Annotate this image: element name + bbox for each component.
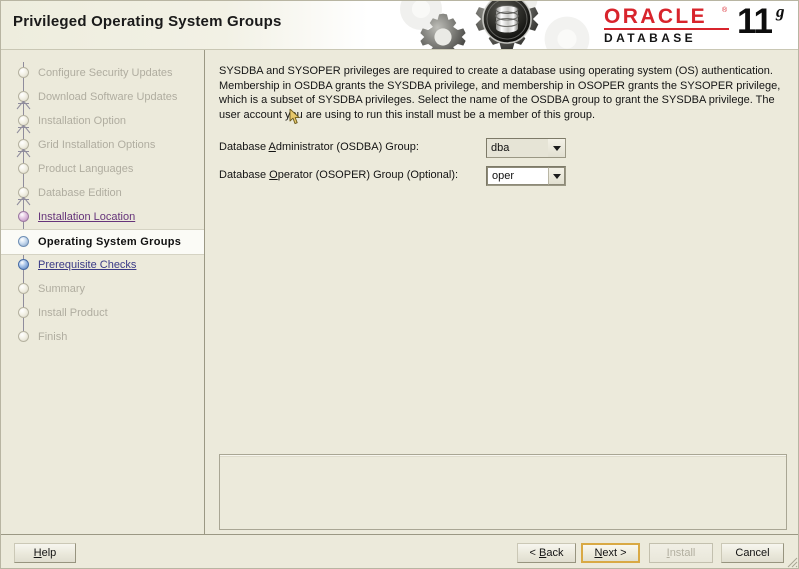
sidebar-item-operating-system-groups[interactable]: Operating System Groups xyxy=(1,229,204,255)
step-node-icon xyxy=(18,67,29,78)
step-node-icon xyxy=(18,211,29,222)
field-label-part: Database xyxy=(219,169,270,181)
sidebar-item-label: Product Languages xyxy=(38,163,134,175)
step-node-icon xyxy=(18,307,29,318)
back-button[interactable]: < Back xyxy=(517,543,576,563)
sidebar-item-product-languages: Product Languages xyxy=(1,157,204,181)
oracle-trademark: ® xyxy=(722,7,728,14)
sidebar-item-label: Operating System Groups xyxy=(38,236,182,248)
install-button: Install xyxy=(649,543,713,563)
next-button[interactable]: Next > xyxy=(581,543,640,563)
window-header: Privileged Operating System Groups ORACL… xyxy=(1,1,798,49)
caret-glyph xyxy=(552,173,561,179)
step-node-icon xyxy=(18,91,29,102)
sidebar-item-label: Database Edition xyxy=(38,187,122,199)
sidebar-item-installation-location[interactable]: Installation Location xyxy=(1,205,204,229)
sidebar-item-prerequisite-checks[interactable]: Prerequisite Checks xyxy=(1,253,204,277)
wizard-step-list: Configure Security Updates Download Softw… xyxy=(1,50,205,534)
next-button-label: Next > xyxy=(594,547,627,559)
step-node-icon xyxy=(18,187,29,198)
field-row: Database Administrator (OSDBA) Group: dba xyxy=(219,138,619,158)
osdba-group-combobox[interactable]: dba xyxy=(486,138,566,158)
step-node-icon xyxy=(18,163,29,174)
oracle-database-word: DATABASE xyxy=(604,31,697,45)
help-button[interactable]: Help xyxy=(14,543,76,563)
main-content: SYSDBA and SYSOPER privileges are requir… xyxy=(206,50,798,534)
install-button-label: Install xyxy=(666,547,696,559)
chevron-down-icon[interactable] xyxy=(548,139,565,157)
button-bar: Help < Back Next > Install Cancel xyxy=(1,535,798,568)
field-label-part: Database xyxy=(219,141,269,153)
field-label-part: dministrator (OSDBA) Group: xyxy=(275,141,419,153)
caret-glyph xyxy=(552,145,561,151)
cancel-button-label: Cancel xyxy=(735,547,770,559)
oracle-logo: ORACLE ® DATABASE 11 g xyxy=(604,2,792,46)
field-row: Database Operator (OSOPER) Group (Option… xyxy=(219,166,619,186)
resize-grip[interactable] xyxy=(785,555,798,568)
sidebar-item-grid-installation-options: Grid Installation Options xyxy=(1,133,204,158)
step-node-icon xyxy=(18,236,29,247)
sidebar-item-configure-security-updates: Configure Security Updates xyxy=(1,61,204,85)
sidebar-item-label: Install Product xyxy=(38,307,108,319)
sidebar-item-label: Grid Installation Options xyxy=(38,139,156,151)
sidebar-item-finish: Finish xyxy=(1,325,204,349)
message-panel xyxy=(219,454,787,530)
field-label-part: perator (OSOPER) Group (Optional): xyxy=(277,169,459,181)
back-button-label: < Back xyxy=(529,547,564,559)
field-label-mnemonic: A xyxy=(268,141,276,153)
combobox-value[interactable]: oper xyxy=(487,167,548,185)
sidebar-item-download-software-updates: Download Software Updates xyxy=(1,85,204,110)
sidebar-item-label: Installation Location xyxy=(38,211,136,223)
step-node-icon xyxy=(18,115,29,126)
page-title: Privileged Operating System Groups xyxy=(13,13,282,30)
sidebar-item-label: Prerequisite Checks xyxy=(38,259,137,271)
sidebar-item-label: Summary xyxy=(38,283,86,295)
step-node-icon xyxy=(18,139,29,150)
combobox-value: dba xyxy=(491,142,510,154)
oracle-version-number: 11 xyxy=(737,2,773,41)
field-label: Database Operator (OSOPER) Group (Option… xyxy=(219,169,458,181)
oracle-rule xyxy=(604,28,729,30)
sidebar-item-install-product: Install Product xyxy=(1,301,204,325)
chevron-down-icon[interactable] xyxy=(548,167,565,185)
help-button-label: Help xyxy=(33,547,57,559)
oracle-version-suffix: g xyxy=(776,2,785,21)
osoper-group-combobox[interactable]: oper xyxy=(486,166,566,186)
sidebar-item-database-edition: Database Edition xyxy=(1,181,204,206)
step-node-icon xyxy=(18,331,29,342)
gears-database-icon xyxy=(399,1,609,49)
field-label-mnemonic: O xyxy=(269,169,278,181)
step-node-icon xyxy=(18,283,29,294)
sidebar-item-summary: Summary xyxy=(1,277,204,301)
description-text: SYSDBA and SYSOPER privileges are requir… xyxy=(219,65,781,121)
sidebar-item-label: Installation Option xyxy=(38,115,127,127)
cancel-button[interactable]: Cancel xyxy=(721,543,784,563)
field-label: Database Administrator (OSDBA) Group: xyxy=(219,141,419,153)
sidebar-item-label: Finish xyxy=(38,331,68,343)
oracle-wordmark: ORACLE xyxy=(604,5,708,28)
step-node-icon xyxy=(18,259,29,270)
sidebar-item-label: Configure Security Updates xyxy=(38,67,173,79)
installer-window: Privileged Operating System Groups ORACL… xyxy=(0,0,799,569)
sidebar-item-installation-option: Installation Option xyxy=(1,109,204,134)
sidebar-item-label: Download Software Updates xyxy=(38,91,178,103)
